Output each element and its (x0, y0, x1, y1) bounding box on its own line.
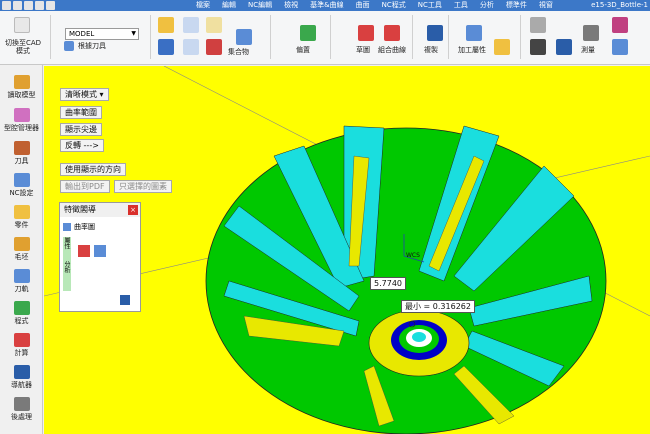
menu-curves[interactable]: 基準&曲線 (304, 0, 349, 11)
ribbon: 切換至CAD模式 MODEL ▼ 根據刀具 集合物 偏置 草圖 組合曲線 複製 加… (0, 11, 650, 65)
menu-standard-parts[interactable]: 標準件 (500, 0, 533, 11)
tool-icon (64, 41, 74, 51)
calculate-icon (13, 333, 30, 347)
feature-navigator-panel: 特徵閣導 × 曲率圖 屬性 分析 (59, 202, 141, 312)
navigator-item[interactable]: 導航器 (0, 365, 43, 390)
menu-nc-program[interactable]: NC程式 (376, 0, 412, 11)
quick-access-toolbar (2, 0, 55, 11)
load-model-item[interactable]: 讀取模型 (0, 75, 43, 100)
menu-window[interactable]: 視窗 (533, 0, 559, 11)
group-merge-button[interactable]: 集合物 (228, 47, 249, 57)
curvature-range-button[interactable]: 曲率範圍 (60, 106, 102, 119)
undo-icon[interactable] (35, 1, 44, 10)
palette-icon[interactable] (612, 17, 628, 33)
cad-mode-icon[interactable] (14, 17, 30, 33)
clear-mode-dropdown[interactable]: 清晰模式 ▾ (60, 88, 109, 101)
nc-setup-item[interactable]: NC設定 (0, 173, 43, 198)
program-item[interactable]: 程式 (0, 301, 43, 326)
toolpath-item[interactable]: 刀軌 (0, 269, 43, 294)
offset-button[interactable]: 偏置 (296, 45, 310, 55)
wcs-label: WCS (406, 252, 420, 259)
window-title: e15-3D_Bottle-1 (591, 1, 648, 9)
left-toolbar: 讀取模型 型腔管理器 刀具 NC設定 零件 毛坯 刀軌 程式 計算 導航器 後處… (0, 65, 43, 434)
close-icon[interactable]: × (128, 205, 138, 215)
cavity-icon (13, 108, 30, 122)
list-icon[interactable] (183, 17, 199, 33)
stock-item[interactable]: 毛坯 (0, 237, 43, 262)
curve-icon[interactable] (384, 25, 400, 41)
post-process-icon (13, 397, 30, 411)
folder-icon[interactable] (206, 17, 222, 33)
part-item[interactable]: 零件 (0, 205, 43, 230)
menu-surface[interactable]: 曲面 (350, 0, 376, 11)
chevron-down-icon: ▼ (131, 30, 136, 37)
print-icon[interactable] (556, 39, 572, 55)
gear-icon[interactable] (206, 39, 222, 55)
only-selected-button[interactable]: 只選擇的圖素 (114, 180, 172, 193)
save-icon[interactable] (24, 1, 33, 10)
curvature-map-item[interactable]: 曲率圖 (74, 222, 95, 232)
reverse-button[interactable]: 反轉 ---> (60, 139, 104, 152)
sketch-icon[interactable] (358, 25, 374, 41)
text-icon[interactable] (530, 17, 546, 33)
grid-icon[interactable] (183, 39, 199, 55)
stock-icon (13, 237, 30, 251)
menu-nc-edit[interactable]: NC編輯 (242, 0, 278, 11)
nc-setup-icon (13, 173, 30, 187)
menu-bar: 檔案 編輯 NC編輯 檢視 基準&曲線 曲面 NC程式 NC工具 工具 分析 標… (190, 0, 559, 11)
eraser-icon[interactable] (78, 245, 90, 257)
min-curvature-label: 最小 = 0.316262 (401, 300, 475, 313)
tool-label[interactable]: 根據刀具 (78, 41, 106, 51)
open-icon[interactable] (13, 1, 22, 10)
menu-tools[interactable]: 工具 (448, 0, 474, 11)
menu-edit[interactable]: 編輯 (216, 0, 242, 11)
navigator-icon (13, 365, 30, 379)
curvature-value-label: 5.7740 (370, 277, 406, 290)
program-icon (13, 301, 30, 315)
part-icon (13, 205, 30, 219)
tool-item[interactable]: 刀具 (0, 141, 43, 166)
model-select[interactable]: MODEL ▼ (65, 28, 139, 40)
export-pdf-button[interactable]: 輸出到PDF (60, 180, 110, 193)
copy-button[interactable]: 複製 (424, 45, 438, 55)
panel-title: 特徵閣導 × (60, 203, 140, 217)
highlight-icon[interactable] (494, 39, 510, 55)
curvature-map-icon (63, 223, 71, 231)
measure-icon[interactable] (583, 25, 599, 41)
load-model-icon (13, 75, 30, 89)
cavity-manager-item[interactable]: 型腔管理器 (0, 108, 43, 133)
layers-icon[interactable] (612, 39, 628, 55)
machining-attr-button[interactable]: 加工屬性 (458, 45, 486, 55)
group-icon[interactable] (236, 29, 252, 45)
sketch-button[interactable]: 草圖 (356, 45, 370, 55)
table-icon[interactable] (158, 17, 174, 33)
menu-file[interactable]: 檔案 (190, 0, 216, 11)
menu-view[interactable]: 檢視 (278, 0, 304, 11)
show-sharp-edges-button[interactable]: 顯示尖邊 (60, 123, 102, 136)
machining-icon[interactable] (466, 25, 482, 41)
cad-switch-button[interactable]: 切換至CAD模式 (2, 39, 44, 55)
analysis-tab[interactable]: 分析 (63, 261, 71, 291)
toolpath-icon (13, 269, 30, 283)
measure-button[interactable]: 測量 (581, 45, 595, 55)
redo-icon[interactable] (46, 1, 55, 10)
font-icon[interactable] (530, 39, 546, 55)
use-shown-direction-button[interactable]: 使用顯示的方向 (60, 163, 126, 176)
info-icon[interactable] (158, 39, 174, 55)
post-process-item[interactable]: 後處理 (0, 397, 43, 422)
offset-icon[interactable] (300, 25, 316, 41)
copy-icon[interactable] (427, 25, 443, 41)
calculate-item[interactable]: 計算 (0, 333, 43, 358)
tool-icon (13, 141, 30, 155)
new-icon[interactable] (2, 1, 11, 10)
combine-curves-button[interactable]: 組合曲線 (378, 45, 406, 55)
window-icon[interactable] (94, 245, 106, 257)
expand-icon[interactable] (120, 295, 130, 305)
menu-nc-tools[interactable]: NC工具 (412, 0, 448, 11)
menu-analysis[interactable]: 分析 (474, 0, 500, 11)
